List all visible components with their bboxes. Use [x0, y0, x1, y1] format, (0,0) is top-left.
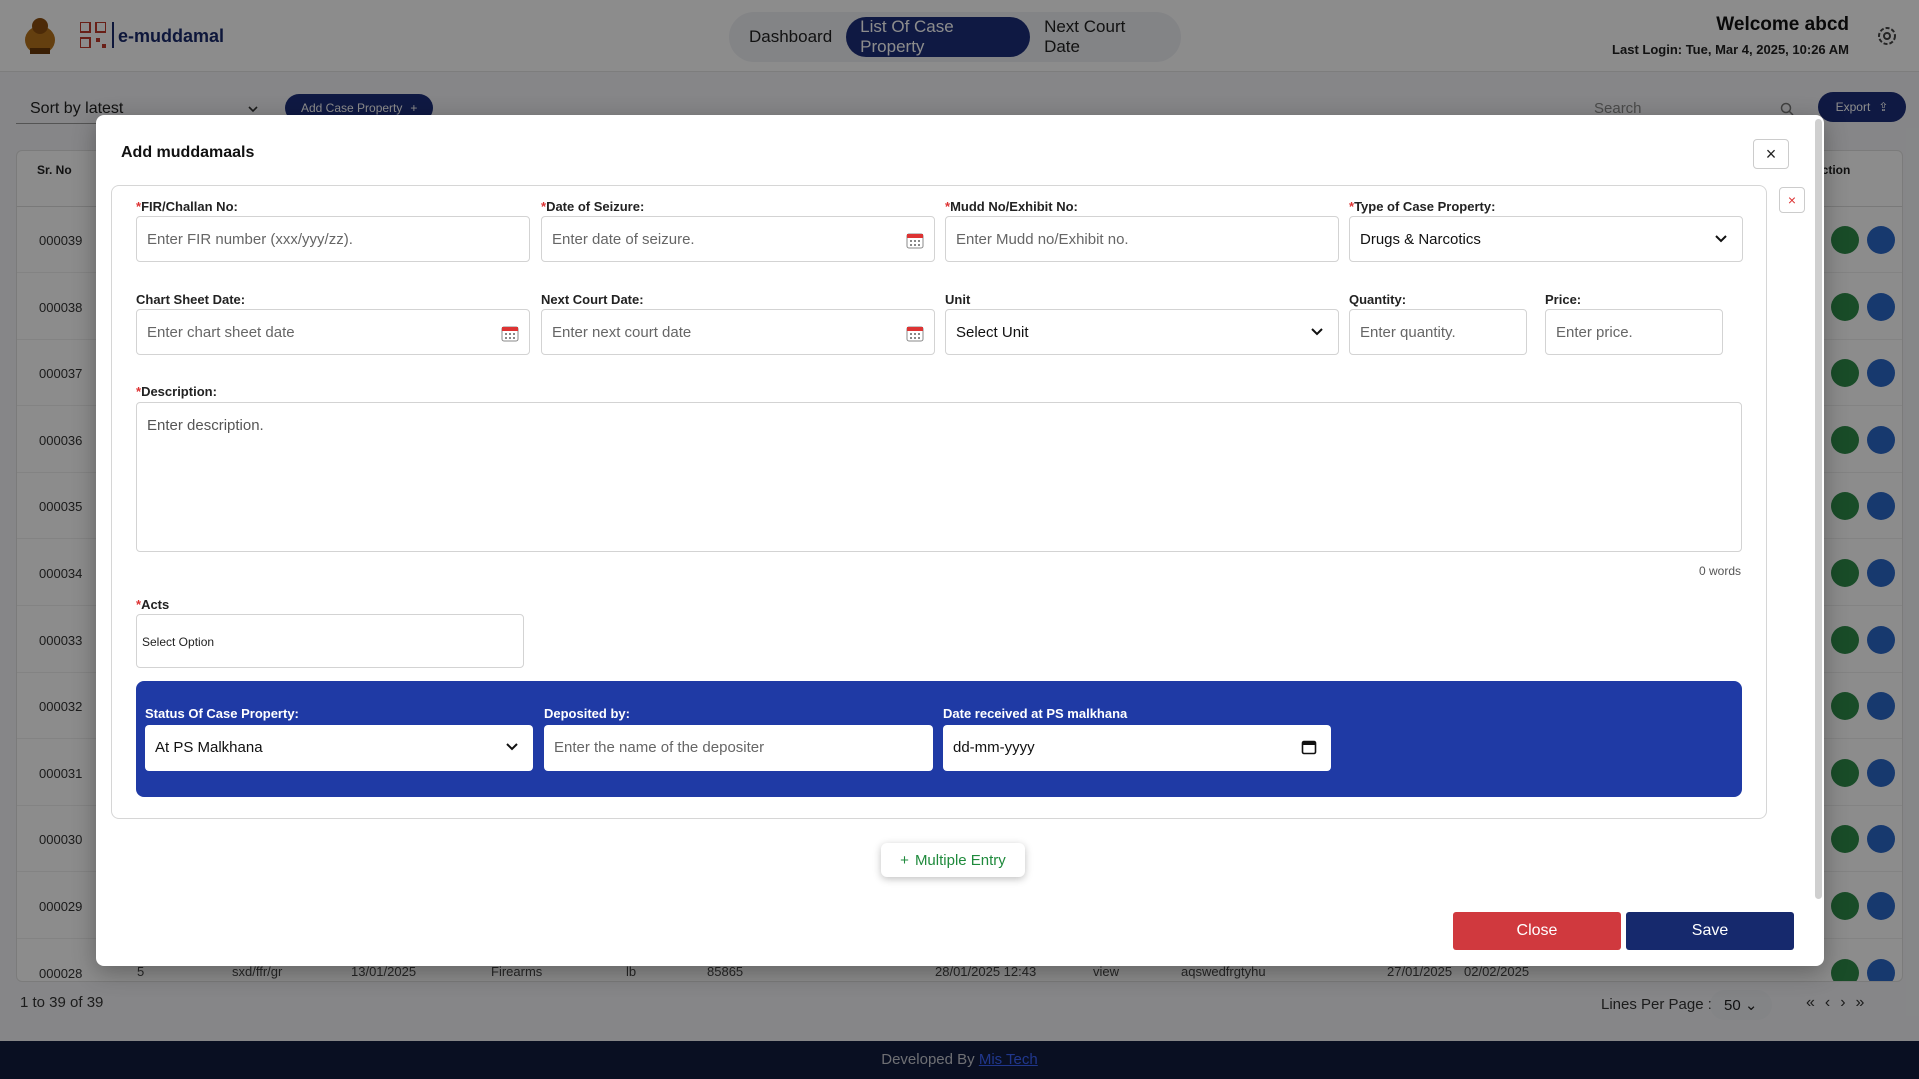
- fir-label: *FIR/Challan No:: [136, 199, 238, 214]
- acts-multiselect[interactable]: Select Option: [136, 614, 524, 668]
- next-court-input[interactable]: Enter next court date: [541, 309, 935, 355]
- mudd-no-placeholder: Enter Mudd no/Exhibit no.: [956, 231, 1129, 248]
- type-select[interactable]: Drugs & Narcotics: [1349, 216, 1743, 262]
- seizure-date-input[interactable]: Enter date of seizure.: [541, 216, 935, 262]
- remove-entry-button[interactable]: ×: [1779, 187, 1805, 213]
- price-label: Price:: [1545, 292, 1582, 307]
- calendar-icon[interactable]: [906, 325, 924, 342]
- next-court-placeholder: Enter next court date: [552, 324, 692, 341]
- description-placeholder: Enter description.: [147, 417, 264, 434]
- fir-input[interactable]: Enter FIR number (xxx/yyy/zz).: [136, 216, 530, 262]
- status-label: Status Of Case Property:: [145, 706, 299, 721]
- type-label: *Type of Case Property:: [1349, 199, 1496, 214]
- received-date-input[interactable]: dd-mm-yyyy: [943, 725, 1331, 771]
- acts-placeholder: Select Option: [142, 635, 215, 649]
- price-input[interactable]: Enter price.: [1545, 309, 1723, 355]
- multiple-entry-button[interactable]: + Multiple Entry: [881, 843, 1025, 877]
- acts-label: *Acts: [136, 597, 170, 612]
- received-date-value: dd-mm-yyyy: [953, 739, 1035, 756]
- status-select-value: At PS Malkhana: [155, 739, 263, 756]
- chevron-down-icon: [506, 743, 518, 751]
- chevron-down-icon: [1311, 328, 1323, 336]
- save-button[interactable]: Save: [1626, 912, 1794, 950]
- calendar-icon[interactable]: [501, 325, 519, 342]
- fir-placeholder: Enter FIR number (xxx/yyy/zz).: [147, 231, 353, 248]
- quantity-label: Quantity:: [1349, 292, 1407, 307]
- status-section: Status Of Case Property: At PS Malkhana …: [136, 681, 1742, 797]
- chart-sheet-input[interactable]: Enter chart sheet date: [136, 309, 530, 355]
- deposited-by-label: Deposited by:: [544, 706, 630, 721]
- deposited-by-placeholder: Enter the name of the depositer: [554, 739, 765, 756]
- plus-icon: +: [900, 851, 909, 869]
- chevron-down-icon: [1715, 235, 1727, 243]
- close-icon: ×: [1765, 143, 1777, 164]
- received-date-label: Date received at PS malkhana: [943, 706, 1128, 721]
- modal-title: Add muddamaals: [121, 144, 255, 161]
- modal-scrollbar[interactable]: [1815, 119, 1822, 899]
- unit-select-value: Select Unit: [956, 324, 1029, 341]
- seizure-date-placeholder: Enter date of seizure.: [552, 231, 695, 248]
- calendar-icon[interactable]: [906, 232, 924, 249]
- unit-select[interactable]: Select Unit: [945, 309, 1339, 355]
- add-muddamaals-modal: Add muddamaals × × *FIR/Challan No: Ente…: [96, 115, 1824, 966]
- seizure-date-label: *Date of Seizure:: [541, 199, 645, 214]
- mudd-no-label: *Mudd No/Exhibit No:: [945, 199, 1078, 214]
- modal-close-button[interactable]: ×: [1753, 139, 1789, 169]
- description-textarea[interactable]: Enter description.: [136, 402, 1742, 552]
- quantity-placeholder: Enter quantity.: [1360, 324, 1456, 341]
- next-court-label: Next Court Date:: [541, 292, 644, 307]
- deposited-by-input[interactable]: Enter the name of the depositer: [544, 725, 933, 771]
- calendar-icon[interactable]: [1301, 739, 1317, 755]
- chart-sheet-placeholder: Enter chart sheet date: [147, 324, 295, 341]
- chart-sheet-label: Chart Sheet Date:: [136, 292, 246, 307]
- close-button[interactable]: Close: [1453, 912, 1621, 950]
- mudd-no-input[interactable]: Enter Mudd no/Exhibit no.: [945, 216, 1339, 262]
- type-select-value: Drugs & Narcotics: [1360, 231, 1481, 248]
- unit-label: Unit: [945, 292, 971, 307]
- multiple-entry-label: Multiple Entry: [914, 851, 1006, 869]
- word-count: 0 words: [1699, 564, 1742, 578]
- price-placeholder: Enter price.: [1556, 324, 1633, 341]
- close-icon: ×: [1787, 192, 1797, 208]
- description-label: *Description:: [136, 384, 217, 399]
- quantity-input[interactable]: Enter quantity.: [1349, 309, 1527, 355]
- status-select[interactable]: At PS Malkhana: [145, 725, 533, 771]
